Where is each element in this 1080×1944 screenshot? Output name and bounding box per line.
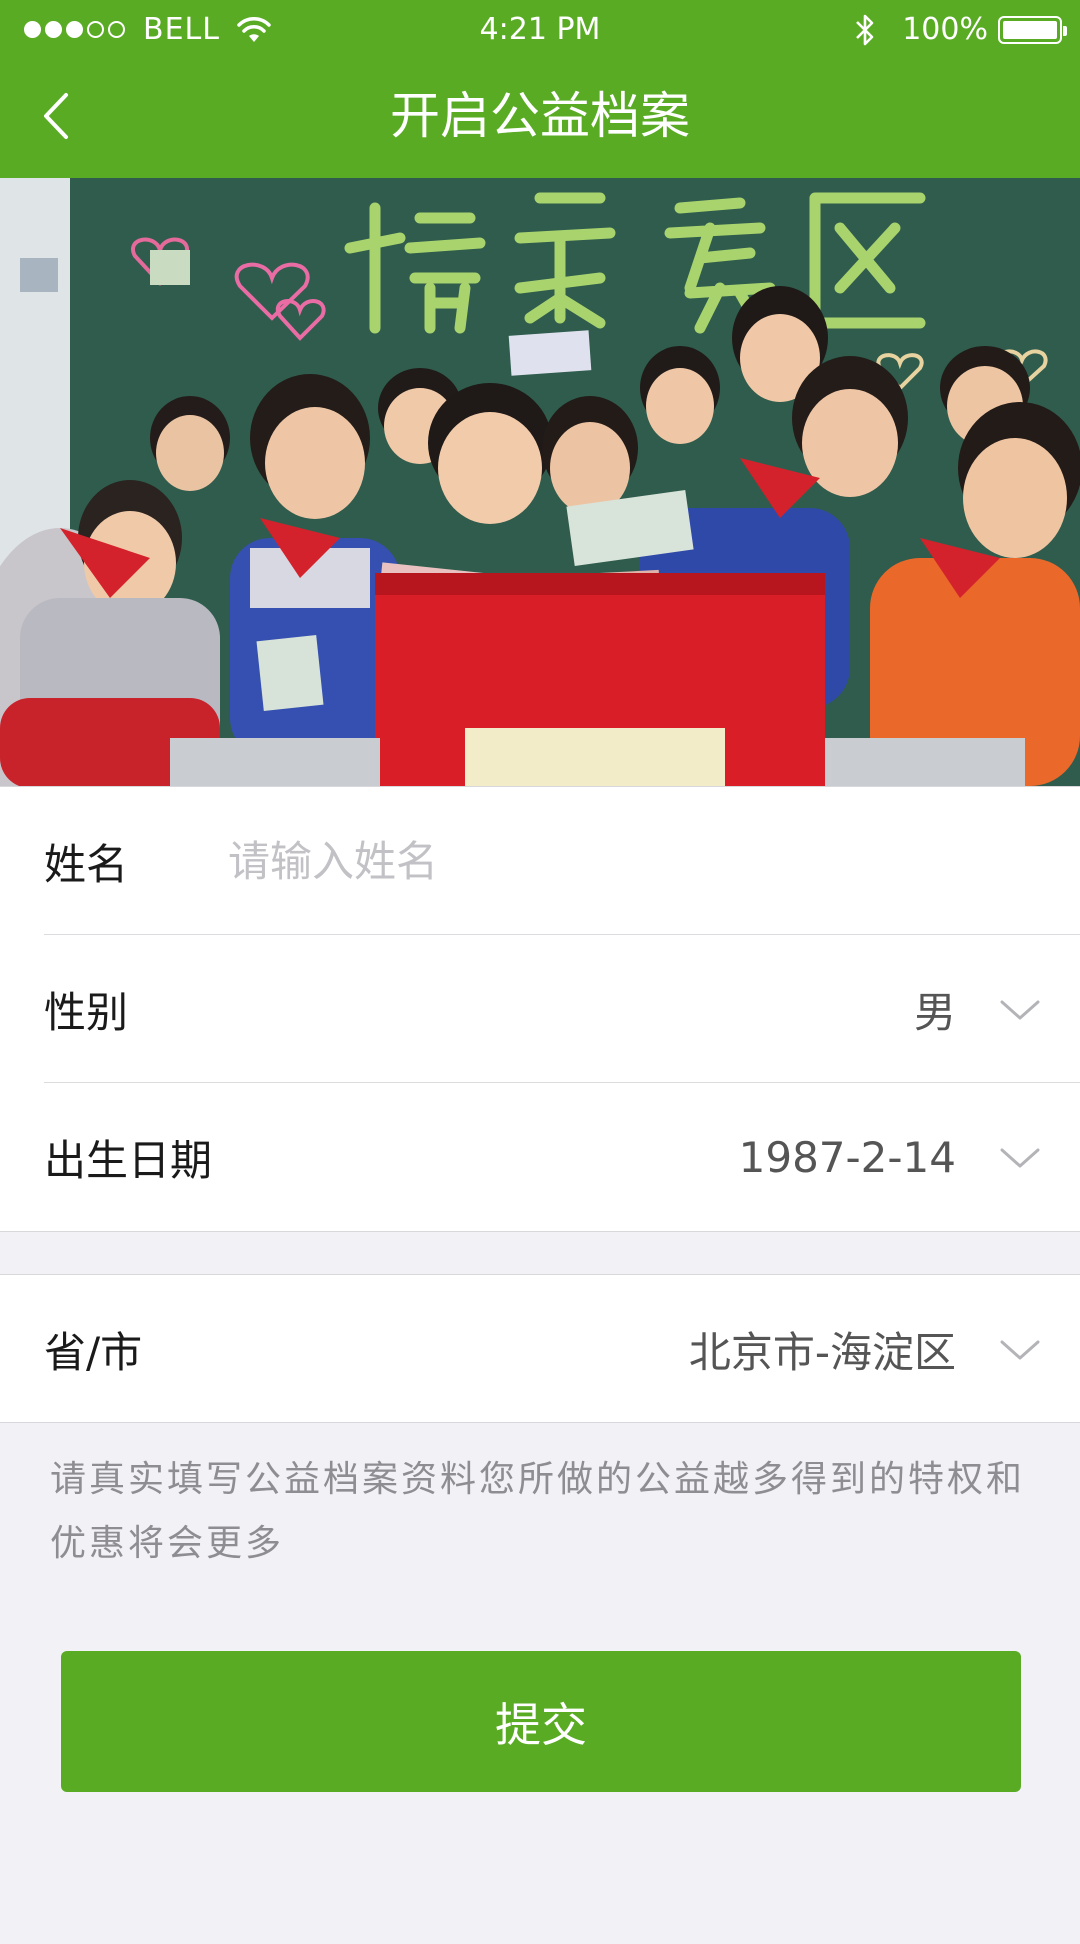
- submit-button[interactable]: 提交: [61, 1651, 1021, 1792]
- form-row-birthday[interactable]: 出生日期 1987-2-14: [0, 1083, 1080, 1231]
- status-bar: BELL 4:21 PM 100%: [0, 0, 1080, 64]
- name-label: 姓名: [44, 839, 129, 889]
- form-row-region[interactable]: 省/市 北京市-海淀区: [0, 1275, 1080, 1423]
- form-row-name: 姓名: [0, 787, 1080, 935]
- gender-label: 性别: [44, 987, 129, 1037]
- chevron-down-icon[interactable]: [998, 993, 1042, 1025]
- region-form-card: 省/市 北京市-海淀区: [0, 1274, 1080, 1423]
- hint-text: 请真实填写公益档案资料您所做的公益越多得到的特权和优惠将会更多: [50, 1459, 1026, 1564]
- charity-donation-photo: [0, 178, 1080, 786]
- battery-icon: [998, 15, 1067, 44]
- status-right: 100%: [854, 12, 1067, 47]
- banner-image: [0, 178, 1080, 786]
- birthday-label: 出生日期: [44, 1135, 213, 1185]
- chevron-down-icon[interactable]: [998, 1141, 1042, 1173]
- page-title: 开启公益档案: [390, 87, 690, 145]
- battery-percent: 100%: [902, 12, 988, 47]
- region-value: 北京市-海淀区: [688, 1327, 956, 1377]
- region-label: 省/市: [44, 1327, 143, 1377]
- birthday-value: 1987-2-14: [738, 1132, 956, 1182]
- gender-value: 男: [913, 987, 956, 1037]
- profile-form-card: 姓名 性别 男 出生日期 1987-2-14: [0, 786, 1080, 1232]
- app-header: BELL 4:21 PM 100% 开启公益档案: [0, 0, 1080, 178]
- chevron-down-icon[interactable]: [998, 1333, 1042, 1365]
- name-input[interactable]: [228, 827, 1028, 895]
- form-row-gender[interactable]: 性别 男: [0, 935, 1080, 1083]
- bluetooth-icon: [856, 14, 874, 45]
